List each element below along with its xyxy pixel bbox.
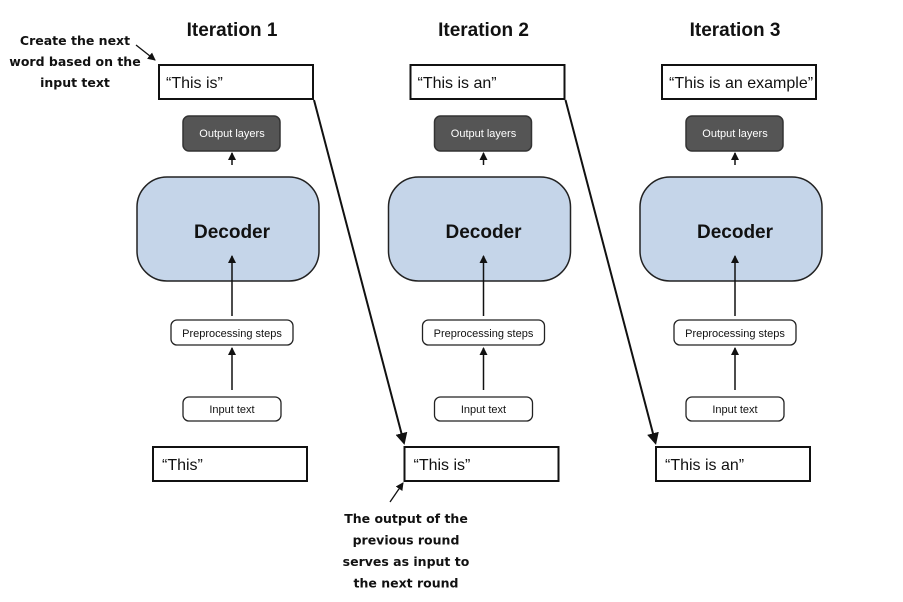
output-layers-label: Output layers xyxy=(702,128,768,140)
input-text-label: Input text xyxy=(209,404,254,416)
llm-iteration-diagram: Iteration 1 “This is” Output layers Decoder… xyxy=(9,20,823,591)
decoder-label: Decoder xyxy=(445,222,522,243)
output-text: “This is an example” xyxy=(669,75,813,92)
preprocessing-label: Preprocessing steps xyxy=(434,328,534,340)
input-text: “This is an” xyxy=(665,457,744,474)
annotation-previous-output: previous round xyxy=(353,533,460,548)
decoder-label: Decoder xyxy=(697,222,774,243)
feedback-arrow xyxy=(564,99,659,445)
iteration-1: Iteration 1 “This is” Output layers Decoder… xyxy=(136,20,408,482)
feedback-arrow xyxy=(313,99,408,445)
iteration-title: Iteration 2 xyxy=(438,20,529,41)
annotation-previous-output: the next round xyxy=(354,576,459,591)
iteration-title: Iteration 1 xyxy=(187,20,278,41)
output-text: “This is” xyxy=(166,75,223,92)
preprocessing-label: Preprocessing steps xyxy=(182,328,282,340)
annotation-arrow xyxy=(389,482,404,503)
decoder-label: Decoder xyxy=(194,222,271,243)
output-layers-label: Output layers xyxy=(451,128,517,140)
output-layers-label: Output layers xyxy=(199,128,265,140)
iteration-2: Iteration 2 “This is an” Output layers Deco… xyxy=(387,20,659,482)
annotation-next-word: input text xyxy=(40,75,110,90)
iteration-title: Iteration 3 xyxy=(690,20,781,41)
annotation-next-word: word based on the xyxy=(9,54,140,69)
input-text-label: Input text xyxy=(712,404,757,416)
annotation-previous-output: serves as input to xyxy=(343,554,470,569)
annotation-previous-output: The output of the xyxy=(344,511,468,526)
output-text: “This is an” xyxy=(418,75,497,92)
annotation-next-word: Create the next xyxy=(20,33,130,48)
input-text-label: Input text xyxy=(461,404,506,416)
iteration-3: Iteration 3 “This is an example” Output la… xyxy=(639,20,823,482)
preprocessing-label: Preprocessing steps xyxy=(685,328,785,340)
input-text: “This” xyxy=(162,457,203,474)
input-text: “This is” xyxy=(414,457,471,474)
